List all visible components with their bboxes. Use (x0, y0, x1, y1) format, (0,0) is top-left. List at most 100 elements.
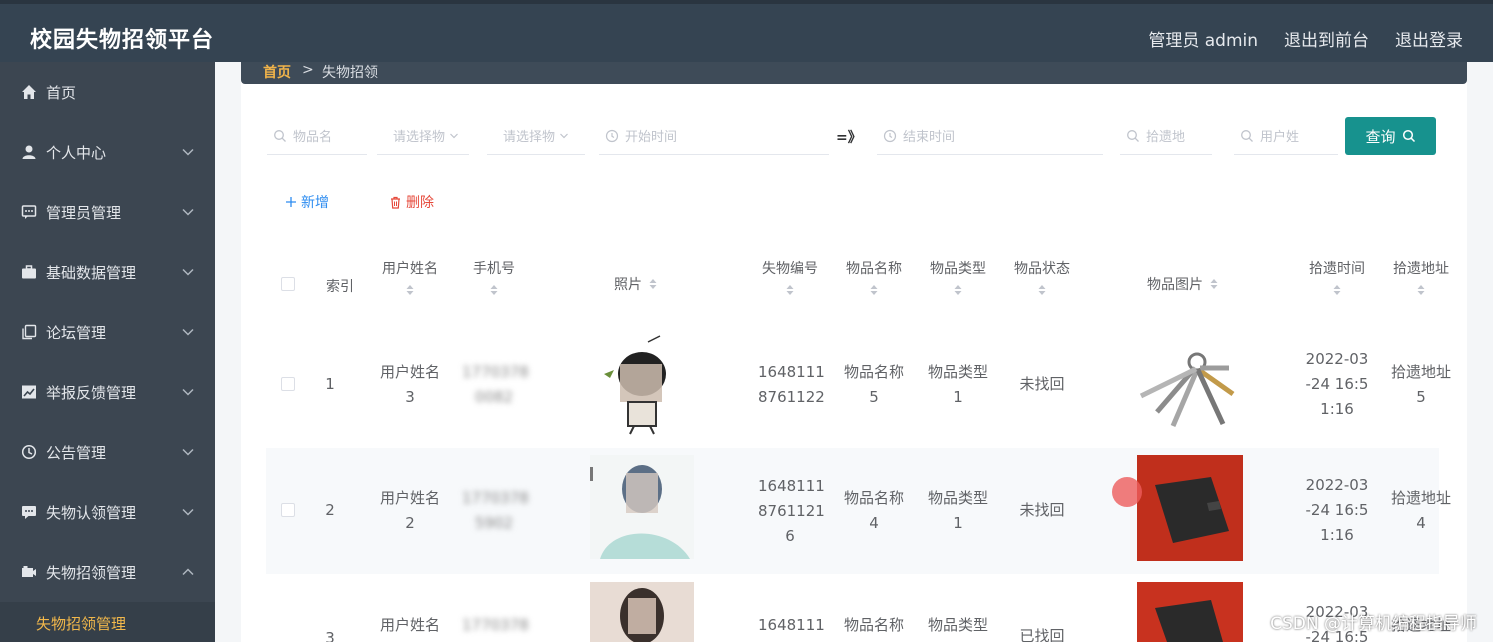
sidebar-item-personal-center[interactable]: 个人中心 (0, 122, 215, 182)
home-icon (20, 83, 38, 101)
column-header-label: 用户姓名 (382, 261, 438, 277)
select-all-checkbox[interactable] (281, 277, 295, 291)
cursor-indicator (1112, 477, 1142, 507)
sort-icon[interactable] (785, 284, 795, 296)
cell-line: 物品类型 (927, 363, 988, 381)
cell-line: 1648111 (758, 363, 825, 381)
search-icon (274, 129, 286, 142)
copy-icon (20, 323, 38, 341)
end-time-picker[interactable]: 结束时间 (877, 117, 1103, 155)
start-time-placeholder: 开始时间 (625, 130, 678, 145)
sidebar-item-label: 论坛管理 (46, 323, 107, 342)
exit-to-frontend-link[interactable]: 退出到前台 (1284, 26, 1369, 51)
sort-icon[interactable] (1209, 278, 1219, 290)
sort-icon[interactable] (405, 284, 415, 296)
item-status-select[interactable]: 请选择物 (487, 117, 585, 155)
end-time-placeholder: 结束时间 (903, 130, 956, 145)
query-button[interactable]: 查询 (1345, 117, 1436, 155)
chevron-down-icon (182, 508, 194, 516)
column-header-label: 拾遗时间 (1309, 261, 1365, 277)
cell-user-name: 用户姓名 3 (378, 360, 442, 410)
cell-item-type: 物品类型 (927, 616, 988, 634)
column-header-item-status[interactable]: 物品状态 (1010, 258, 1074, 296)
cell-line: 3 (405, 388, 415, 406)
wallet-image (1137, 582, 1243, 642)
search-icon (1241, 129, 1253, 142)
row-checkbox[interactable] (281, 503, 295, 517)
sort-icon[interactable] (1037, 284, 1047, 296)
item-image (1137, 334, 1241, 438)
column-header-user-name[interactable]: 用户姓名 (378, 258, 442, 296)
sidebar-item-base-data-mgmt[interactable]: 基础数据管理 (0, 242, 215, 302)
cell-line: 5902 (474, 514, 514, 532)
sidebar-item-lost-claim-mgmt[interactable]: 失物认领管理 (0, 482, 215, 542)
cell-item-status: 已找回 (1019, 627, 1065, 642)
sidebar-item-lost-found-mgmt[interactable]: 失物招领管理 (0, 542, 215, 602)
cell-line: 8761121 (758, 502, 825, 520)
chevron-up-icon (182, 568, 194, 576)
sort-icon[interactable] (648, 278, 658, 290)
column-header-photo[interactable]: 照片 (614, 274, 658, 294)
cell-line: 用户姓名 (379, 489, 440, 507)
item-name-search-input[interactable]: 物品名 (267, 117, 367, 155)
add-button[interactable]: 新增 (285, 192, 329, 212)
cell-phone: 1770378 (462, 616, 529, 634)
found-place-placeholder: 拾遗地 (1146, 130, 1186, 145)
sort-icon[interactable] (953, 284, 963, 296)
cell-found-time: 2022-03 -24 16:5 1:16 (1300, 347, 1374, 422)
user-name-search-input[interactable]: 用户姓 (1234, 117, 1338, 155)
column-header-item-image[interactable]: 物品图片 (1147, 274, 1219, 294)
cell-line: 2 (405, 514, 415, 532)
column-header-item-name[interactable]: 物品名称 (842, 258, 906, 296)
cell-line: 1770378 (462, 489, 529, 507)
trash-icon (391, 196, 400, 209)
sidebar-item-notice-mgmt[interactable]: 公告管理 (0, 422, 215, 482)
message-icon (20, 503, 38, 521)
column-header-found-place[interactable]: 拾遗地址 (1389, 258, 1453, 296)
sort-icon[interactable] (489, 284, 499, 296)
cell-line: 1648111 (758, 477, 825, 495)
top-nav: 管理员 admin 退出到前台 退出登录 (1148, 26, 1463, 51)
found-place-search-input[interactable]: 拾遗地 (1120, 117, 1212, 155)
start-time-picker[interactable]: 开始时间 (599, 117, 829, 155)
column-header-label: 索引 (326, 279, 354, 295)
cell-item-status: 未找回 (1019, 375, 1065, 393)
sidebar-item-label: 个人中心 (46, 143, 107, 162)
sort-icon[interactable] (1332, 284, 1342, 296)
column-header-phone[interactable]: 手机号 (466, 258, 522, 296)
sort-icon[interactable] (869, 284, 879, 296)
sidebar-item-label: 举报反馈管理 (46, 383, 137, 402)
cell-line: 1770378 (462, 363, 529, 381)
column-header-found-time[interactable]: 拾遗时间 (1305, 258, 1369, 296)
admin-user-link[interactable]: 管理员 admin (1148, 26, 1258, 51)
row-checkbox[interactable] (281, 377, 295, 391)
cell-line: 物品类型 (927, 489, 988, 507)
camera-icon (20, 563, 38, 581)
cell-line: 1:16 (1320, 526, 1354, 544)
item-category-select[interactable]: 请选择物 (377, 117, 469, 155)
cell-item-name: 物品名称 5 (842, 360, 906, 410)
chevron-down-icon (182, 268, 194, 276)
sidebar-item-home[interactable]: 首页 (0, 62, 215, 122)
column-header-item-type[interactable]: 物品类型 (926, 258, 990, 296)
keys-image (1137, 334, 1241, 438)
delete-button[interactable]: 删除 (389, 192, 434, 212)
user-photo (590, 582, 694, 642)
breadcrumb-current: 失物招领 (322, 65, 378, 81)
chart-icon (20, 383, 38, 401)
column-header-lost-no[interactable]: 失物编号 (758, 258, 822, 296)
chevron-down-icon (182, 148, 194, 156)
column-header-label: 物品类型 (930, 261, 986, 277)
sort-icon[interactable] (1416, 284, 1426, 296)
sidebar-subitem-lost-found-mgmt[interactable]: 失物招领管理 (0, 602, 215, 642)
cell-line: 拾遗地址 (1390, 489, 1451, 507)
cell-item-name: 物品名称 (843, 616, 904, 634)
logout-link[interactable]: 退出登录 (1395, 26, 1463, 51)
cell-phone: 1770378 5902 (462, 486, 529, 536)
sidebar-item-admin-mgmt[interactable]: 管理员管理 (0, 182, 215, 242)
sidebar-item-report-feedback-mgmt[interactable]: 举报反馈管理 (0, 362, 215, 422)
breadcrumb-home-link[interactable]: 首页 (263, 62, 291, 82)
sidebar-item-forum-mgmt[interactable]: 论坛管理 (0, 302, 215, 362)
cell-item-name: 物品名称 4 (842, 486, 906, 536)
sidebar-item-label: 失物认领管理 (46, 503, 137, 522)
